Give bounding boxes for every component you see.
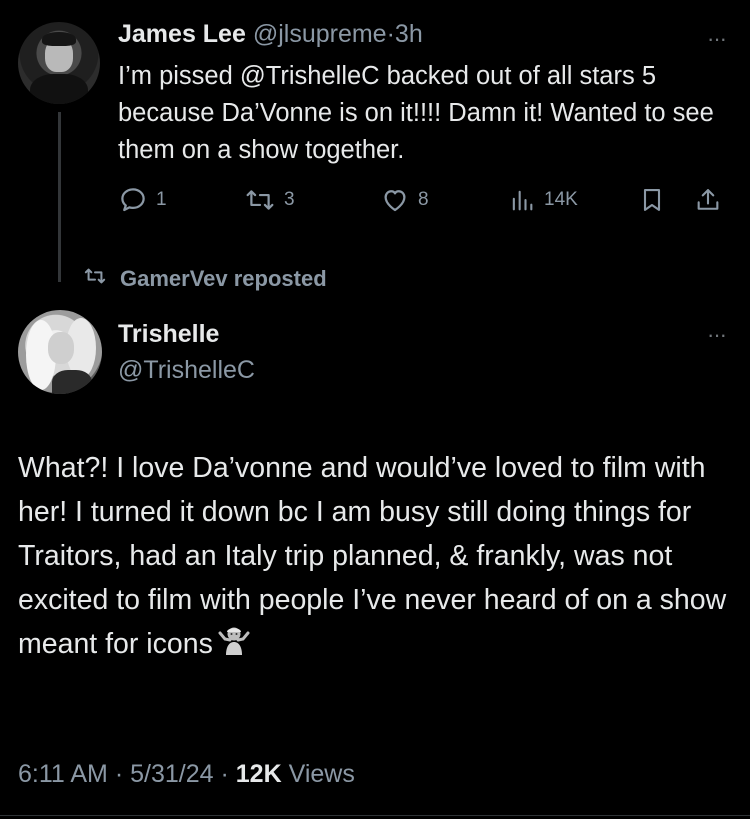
tweet-date[interactable]: 5/31/24 — [130, 760, 213, 788]
analytics-icon — [508, 185, 536, 215]
tweet-meta: 6:11 AM · 5/31/24 · 12K Views — [18, 760, 355, 789]
parent-action-bar: 1 3 8 14K — [0, 181, 750, 217]
main-display-name[interactable]: Trishelle — [118, 320, 219, 349]
parent-separator: · — [386, 20, 395, 48]
view-count: 12K — [235, 760, 282, 788]
main-tweet-body: What?! I love Da’vonne and would’ve love… — [18, 452, 727, 660]
repost-button[interactable]: 3 — [244, 185, 295, 215]
avatar-torso — [30, 74, 88, 104]
bookmark-icon — [638, 185, 666, 215]
avatar-hair — [42, 32, 76, 46]
views-button[interactable]: 14K — [508, 185, 578, 215]
divider — [0, 815, 750, 816]
share-button[interactable] — [694, 185, 722, 215]
reply-count: 1 — [156, 189, 167, 210]
main-handle[interactable]: @TrishelleC — [118, 356, 255, 385]
reply-icon — [118, 185, 148, 215]
tweet-time[interactable]: 6:11 AM — [18, 760, 108, 788]
parent-tweet-header: James Lee @jlsupreme·3h — [118, 20, 423, 49]
more-icon[interactable]: ··· — [707, 322, 727, 348]
avatar-james-lee[interactable] — [18, 22, 100, 104]
meta-separator-2: · — [220, 760, 229, 788]
parent-display-name[interactable]: James Lee — [118, 20, 246, 48]
parent-handle[interactable]: @jlsupreme — [253, 20, 387, 48]
parent-text-before: I’m pissed — [118, 62, 240, 90]
parent-tweet-text: I’m pissed @TrishelleC backed out of all… — [118, 58, 728, 169]
shrug-emoji-icon — [217, 625, 251, 670]
like-count: 8 — [418, 189, 429, 210]
avatar-dress — [52, 370, 92, 394]
views-label: Views — [288, 760, 355, 788]
parent-time[interactable]: 3h — [395, 20, 423, 48]
more-icon[interactable]: ··· — [707, 26, 727, 52]
heart-icon — [380, 185, 410, 215]
main-tweet-text: What?! I love Da’vonne and would’ve love… — [18, 446, 733, 670]
repost-icon — [244, 185, 276, 215]
repost-banner-label: GamerVev reposted — [120, 266, 327, 291]
reply-button[interactable]: 1 — [118, 185, 167, 215]
like-button[interactable]: 8 — [380, 185, 429, 215]
avatar-trishelle[interactable] — [18, 310, 102, 394]
repost-small-icon — [82, 265, 120, 293]
avatar-face — [48, 332, 74, 364]
mention-link[interactable]: @TrishelleC — [240, 62, 380, 90]
share-icon — [694, 185, 722, 215]
views-count: 14K — [544, 189, 578, 210]
meta-separator-1: · — [114, 760, 124, 788]
repost-banner[interactable]: GamerVev reposted — [82, 265, 327, 293]
bookmark-button[interactable] — [638, 185, 666, 215]
repost-count: 3 — [284, 189, 295, 210]
